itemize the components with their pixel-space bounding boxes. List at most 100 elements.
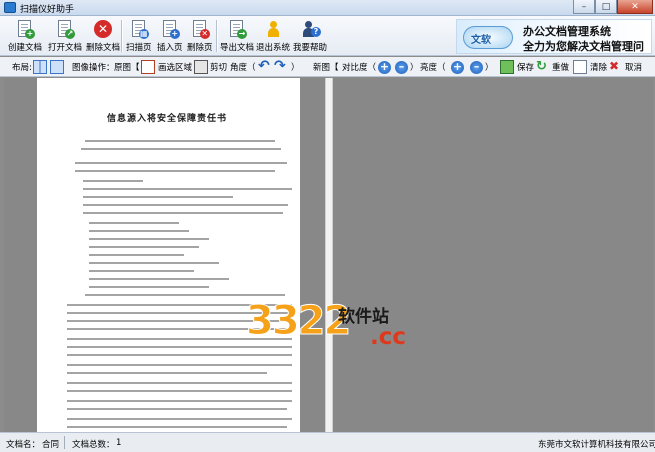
cancel-icon: ✖ bbox=[609, 59, 620, 73]
scan-page-icon: ▦ bbox=[129, 19, 149, 39]
contrast-minus-button[interactable]: – bbox=[395, 61, 408, 74]
layout-split-icon[interactable] bbox=[33, 60, 47, 74]
scanned-text-line bbox=[89, 286, 209, 288]
close-button[interactable]: ✕ bbox=[617, 0, 653, 14]
scanned-text-line bbox=[75, 170, 275, 172]
scanned-text-line bbox=[89, 278, 229, 280]
redo-icon: ↻ bbox=[536, 59, 547, 74]
new-image-panel[interactable] bbox=[333, 78, 653, 432]
scanned-text-line bbox=[67, 364, 292, 366]
scanned-text-line bbox=[67, 418, 292, 420]
angle-label: 角度（ bbox=[230, 63, 256, 73]
export-doc-button[interactable]: → 导出文档 bbox=[220, 19, 254, 53]
scan-page-button[interactable]: ▦ 扫描页 bbox=[126, 19, 152, 53]
clear-icon bbox=[573, 60, 587, 74]
contrast-plus-button[interactable]: + bbox=[378, 61, 391, 74]
doc-count-label: 文档总数： bbox=[72, 440, 115, 450]
doc-count-value: 1 bbox=[116, 438, 122, 448]
scanned-text-line bbox=[89, 270, 194, 272]
create-doc-icon: + bbox=[15, 19, 35, 39]
angle-close-label: ） bbox=[291, 63, 300, 73]
window-title: 扫描仪好助手 bbox=[20, 5, 75, 15]
layout-single-icon[interactable] bbox=[50, 60, 64, 74]
scanned-text-line bbox=[67, 400, 292, 402]
title-bar: 扫描仪好助手 – □ ✕ bbox=[0, 0, 655, 16]
toolbar-separator bbox=[121, 20, 122, 52]
rotate-left-icon[interactable]: ↶ bbox=[258, 59, 272, 74]
scanned-text-line bbox=[89, 222, 179, 224]
image-ops-label: 图像操作： bbox=[72, 63, 115, 73]
scanned-text-line bbox=[83, 180, 143, 182]
crop-button[interactable]: 剪切 bbox=[210, 61, 227, 73]
toolbar-separator bbox=[216, 20, 217, 52]
scanned-text-line bbox=[75, 162, 287, 164]
delete-doc-icon: ✕ bbox=[93, 19, 113, 39]
create-doc-button[interactable]: + 创建文档 bbox=[8, 19, 42, 53]
doc-name-label: 文档名： bbox=[6, 440, 41, 450]
scanned-text-line bbox=[81, 148, 281, 150]
contrast-close-label: ） bbox=[410, 63, 419, 73]
company-name: 东莞市文软计算机科技有限公司 bbox=[538, 440, 655, 450]
export-doc-icon: → bbox=[227, 19, 247, 39]
minimize-button[interactable]: – bbox=[573, 0, 595, 14]
contrast-label: 对比度（ bbox=[342, 63, 377, 73]
delete-page-icon: ✕ bbox=[190, 19, 210, 39]
app-icon bbox=[4, 2, 16, 13]
help-user-icon: ? bbox=[300, 19, 321, 39]
banner-line-1: 办公文档管理系统 bbox=[523, 25, 611, 38]
original-label: 原图【 bbox=[114, 63, 140, 73]
delete-page-button[interactable]: ✕ 删除页 bbox=[187, 19, 213, 53]
draw-area-icon bbox=[141, 60, 155, 74]
scanned-text-line bbox=[67, 346, 292, 348]
status-separator bbox=[64, 436, 65, 449]
delete-doc-button[interactable]: ✕ 删除文档 bbox=[86, 19, 120, 53]
new-image-label: 新图【 bbox=[313, 63, 339, 73]
watermark-number: 3322 bbox=[245, 298, 351, 345]
scanned-page-heading: 信息源入将安全保障责任书 bbox=[107, 114, 228, 124]
cancel-button[interactable]: 取消 bbox=[625, 61, 642, 73]
site-watermark: 3322 软件站 .cc bbox=[245, 298, 406, 351]
help-button[interactable]: ? 我要帮助 bbox=[293, 19, 327, 53]
draw-area-button[interactable]: 画选区域 bbox=[158, 61, 192, 73]
scanned-text-line bbox=[89, 230, 189, 232]
scanned-text-line bbox=[83, 212, 283, 214]
scanned-text-line bbox=[67, 426, 287, 428]
brightness-minus-button[interactable]: – bbox=[470, 61, 483, 74]
image-toolbar: 布局: 图像操作： 原图【 画选区域 剪切 角度（ ↶ ↷ ） 新图【 对比度（… bbox=[0, 57, 655, 77]
save-button[interactable]: 保存 bbox=[517, 61, 534, 73]
scanned-text-line bbox=[85, 140, 275, 142]
product-banner: 文软 办公文档管理系统 全力为您解决文档管理问题 bbox=[456, 19, 652, 69]
exit-system-button[interactable]: 退出系统 bbox=[256, 19, 290, 53]
exit-person-icon bbox=[263, 19, 283, 39]
scanned-text-line bbox=[85, 294, 285, 296]
panel-splitter[interactable] bbox=[325, 78, 333, 432]
scanned-text-line bbox=[89, 238, 209, 240]
scanned-text-line bbox=[83, 188, 292, 190]
scanned-text-line bbox=[67, 382, 292, 384]
status-bar: 文档名： 合同 文档总数： 1 东莞市文软计算机科技有限公司 bbox=[0, 432, 655, 452]
clear-button[interactable]: 清除 bbox=[590, 61, 607, 73]
scanned-text-line bbox=[83, 204, 288, 206]
watermark-domain: .cc bbox=[370, 324, 407, 350]
brightness-plus-button[interactable]: + bbox=[451, 61, 464, 74]
scanned-text-line bbox=[67, 354, 292, 356]
scanned-text-line bbox=[67, 372, 267, 374]
scanned-page: 信息源入将安全保障责任书 bbox=[37, 78, 300, 432]
redo-button[interactable]: 重做 bbox=[552, 61, 569, 73]
layout-label: 布局: bbox=[12, 63, 32, 73]
maximize-button[interactable]: □ bbox=[595, 0, 617, 14]
scanned-text-line bbox=[83, 196, 233, 198]
insert-page-button[interactable]: + 插入页 bbox=[157, 19, 183, 53]
scanned-text-line bbox=[89, 254, 184, 256]
open-doc-button[interactable]: ↗ 打开文档 bbox=[48, 19, 82, 53]
scanned-text-line bbox=[89, 246, 199, 248]
brand-logo: 文软 bbox=[463, 26, 513, 49]
scanned-text-line bbox=[67, 408, 287, 410]
insert-page-icon: + bbox=[160, 19, 180, 39]
scanned-text-line bbox=[89, 262, 219, 264]
scanned-text-line bbox=[67, 390, 292, 392]
open-doc-icon: ↗ bbox=[55, 19, 75, 39]
brightness-label: 亮度（ bbox=[420, 63, 446, 73]
save-icon bbox=[500, 60, 514, 74]
rotate-right-icon[interactable]: ↷ bbox=[274, 59, 288, 74]
